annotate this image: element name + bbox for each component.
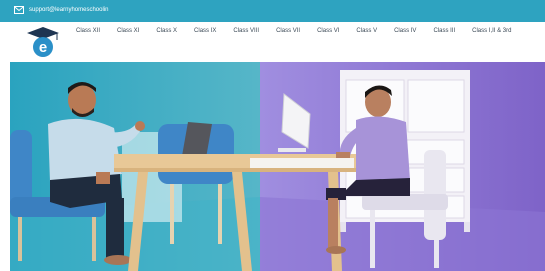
menu-item-class-viii[interactable]: Class VIII — [233, 26, 259, 36]
menu-item-class-vii[interactable]: Class VII — [276, 26, 300, 36]
menu-item-class-v[interactable]: Class V — [356, 26, 377, 36]
mail-icon — [14, 6, 24, 14]
menu-item-class-xi[interactable]: Class XI — [117, 26, 139, 36]
menu-item-class-xii[interactable]: Class XII — [76, 26, 100, 36]
support-email-link[interactable]: support@learnyhomeschoolin — [29, 6, 108, 14]
site-logo[interactable]: e — [13, 24, 73, 60]
menu-item-class-iii[interactable]: Class III — [433, 26, 455, 36]
class-menu: Class XII Class XI Class X Class IX Clas… — [76, 26, 528, 36]
page: support@learnyhomeschoolin e Class XII C… — [0, 0, 545, 271]
menu-item-class-ix[interactable]: Class IX — [194, 26, 216, 36]
top-contact-bar: support@learnyhomeschoolin — [0, 0, 545, 22]
logo-letter: e — [39, 39, 47, 56]
menu-item-class-i-ii-3rd[interactable]: Class I,II & 3rd — [472, 26, 511, 36]
menu-item-class-vi[interactable]: Class VI — [317, 26, 339, 36]
menu-item-class-x[interactable]: Class X — [156, 26, 177, 36]
hero-illustration — [10, 62, 545, 271]
menu-item-class-iv[interactable]: Class IV — [394, 26, 416, 36]
hero-banner — [10, 62, 545, 271]
